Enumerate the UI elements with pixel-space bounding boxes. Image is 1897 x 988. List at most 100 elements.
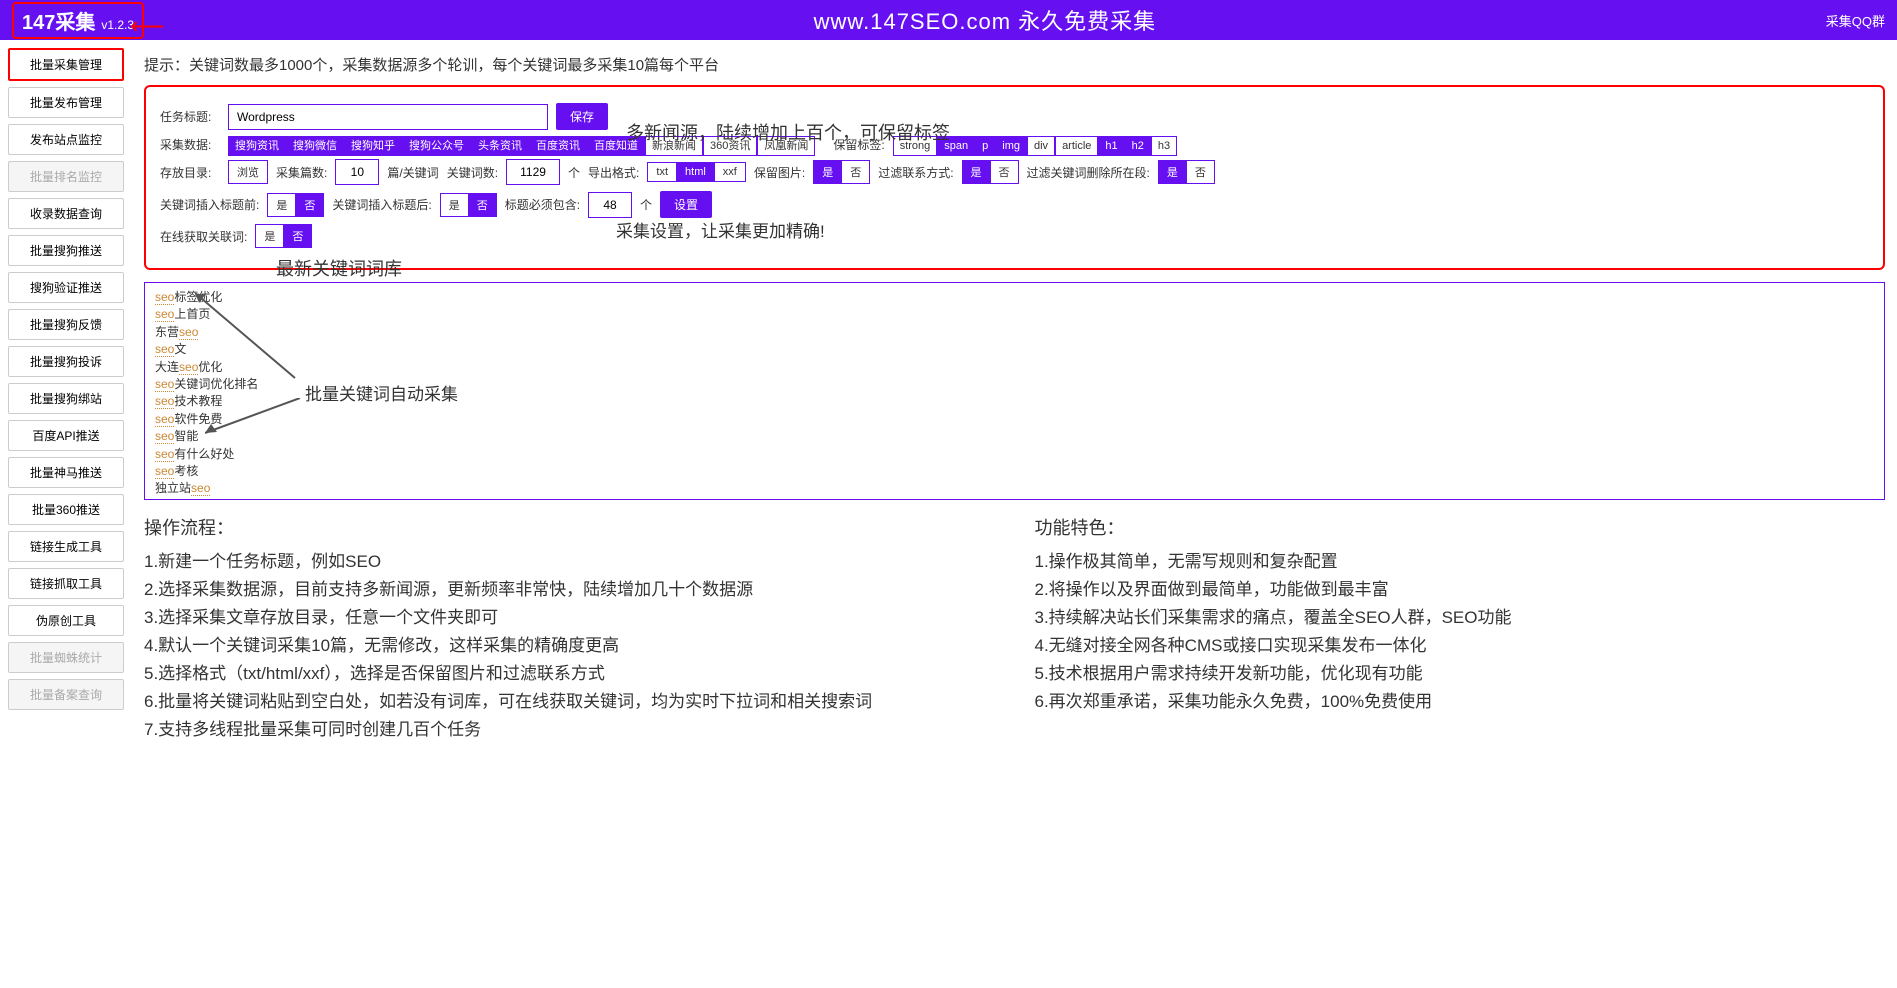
feature-step: 3.持续解决站长们采集需求的痛点，覆盖全SEO人群，SEO功能 xyxy=(1035,604,1886,632)
format-pill[interactable]: html xyxy=(677,162,715,182)
arrow-icon xyxy=(195,293,305,383)
browse-button[interactable]: 浏览 xyxy=(228,160,268,184)
tag-chip[interactable]: h1 xyxy=(1098,136,1124,156)
sidebar-item: 批量排名监控 xyxy=(8,161,124,192)
tag-chip[interactable]: article xyxy=(1055,136,1098,156)
process-step: 5.选择格式（txt/html/xxf），选择是否保留图片和过滤联系方式 xyxy=(144,660,995,688)
sidebar-item[interactable]: 伪原创工具 xyxy=(8,605,124,636)
process-title: 操作流程： xyxy=(144,514,995,544)
annotation-batch-keywords: 批量关键词自动采集 xyxy=(305,383,458,408)
tag-chip[interactable]: div xyxy=(1027,136,1055,156)
keepimg-label: 保留图片: xyxy=(754,164,805,181)
sidebar-item[interactable]: 百度API推送 xyxy=(8,420,124,451)
keyword-line: seo智能 xyxy=(155,428,1874,445)
sidebar-item: 批量蜘蛛统计 xyxy=(8,642,124,673)
process-step: 7.支持多线程批量采集可同时创建几百个任务 xyxy=(144,716,995,744)
kwcount-label: 关键词数: xyxy=(447,164,498,181)
arrow-icon: ⟵ xyxy=(130,12,164,41)
online-kw-label: 在线获取关联词: xyxy=(160,228,247,245)
keyword-textarea[interactable]: 批量关键词自动采集 seo标签优化seo上首页东营seoseo文大连seo优化 s… xyxy=(144,282,1885,500)
annotation-keywords: 最新关键词词库 xyxy=(276,255,402,281)
features-title: 功能特色： xyxy=(1035,514,1886,544)
keyword-line: seo上首页 xyxy=(155,306,1874,323)
keyword-line: 东莞seo优化 xyxy=(155,498,1874,500)
sidebar-item[interactable]: 批量神马推送 xyxy=(8,457,124,488)
annotation-settings: 采集设置，让采集更加精确! xyxy=(616,217,825,242)
keyword-line: seo考核 xyxy=(155,463,1874,480)
process-step: 2.选择采集数据源，目前支持多新闻源，更新频率非常快，陆续增加几十个数据源 xyxy=(144,576,995,604)
filter-contact-toggle[interactable]: 是否 xyxy=(962,160,1019,184)
brand: 147采集 xyxy=(22,6,95,35)
sidebar-item[interactable]: 批量搜狗投诉 xyxy=(8,346,124,377)
insert-after-toggle[interactable]: 是否 xyxy=(440,193,497,217)
keyword-line: 独立站seo xyxy=(155,480,1874,497)
keyword-line: seo有什么好处 xyxy=(155,446,1874,463)
tag-chip[interactable]: h3 xyxy=(1151,136,1177,156)
count-input[interactable] xyxy=(335,159,379,185)
hint-text: 提示：关键词数最多1000个，采集数据源多个轮训，每个关键词最多采集10篇每个平… xyxy=(144,54,1885,75)
task-title-label: 任务标题: xyxy=(160,108,220,125)
online-kw-toggle[interactable]: 是否 xyxy=(255,224,312,248)
process-step: 3.选择采集文章存放目录，任意一个文件夹即可 xyxy=(144,604,995,632)
tag-chip[interactable]: p xyxy=(975,136,995,156)
sidebar-item[interactable]: 批量发布管理 xyxy=(8,87,124,118)
config-panel: 多新闻源，陆续增加上百个，可保留标签 采集设置，让采集更加精确! 最新关键词词库… xyxy=(144,85,1885,270)
feature-step: 4.无缝对接全网各种CMS或接口实现采集发布一体化 xyxy=(1035,632,1886,660)
feature-step: 2.将操作以及界面做到最简单，功能做到最丰富 xyxy=(1035,576,1886,604)
kwcount-input[interactable] xyxy=(506,159,560,185)
keyword-line: seo标签优化 xyxy=(155,289,1874,306)
sidebar-item[interactable]: 链接生成工具 xyxy=(8,531,124,562)
save-button[interactable]: 保存 xyxy=(556,103,608,130)
sidebar-item[interactable]: 搜狗验证推送 xyxy=(8,272,124,303)
filter-contact-label: 过滤联系方式: xyxy=(878,164,953,181)
format-pill[interactable]: txt xyxy=(647,162,677,182)
kwcount-unit: 个 xyxy=(568,164,580,181)
annotation-sources: 多新闻源，陆续增加上百个，可保留标签 xyxy=(626,119,950,145)
topbar: 147采集 v1.2.3 www.147SEO.com 永久免费采集 采集QQ群 xyxy=(0,0,1897,40)
source-chip[interactable]: 搜狗微信 xyxy=(286,136,344,156)
feature-step: 5.技术根据用户需求持续开发新功能，优化现有功能 xyxy=(1035,660,1886,688)
sidebar-item[interactable]: 链接抓取工具 xyxy=(8,568,124,599)
page-title: www.147SEO.com 永久免费采集 xyxy=(144,4,1826,36)
sidebar-item[interactable]: 批量360推送 xyxy=(8,494,124,525)
sidebar-item[interactable]: 批量搜狗反馈 xyxy=(8,309,124,340)
keyword-line: 东营seo xyxy=(155,324,1874,341)
process-step: 6.批量将关键词粘贴到空白处，如若没有词库，可在线获取关键词，均为实时下拉词和相… xyxy=(144,688,995,716)
source-label: 采集数据: xyxy=(160,136,220,153)
keyword-line: seo文 xyxy=(155,341,1874,358)
format-label: 导出格式: xyxy=(588,164,639,181)
dir-label: 存放目录: xyxy=(160,164,220,181)
keepimg-toggle[interactable]: 是否 xyxy=(813,160,870,184)
sidebar-item[interactable]: 批量搜狗推送 xyxy=(8,235,124,266)
feature-step: 1.操作极其简单，无需写规则和复杂配置 xyxy=(1035,548,1886,576)
count-unit: 篇/关键词 xyxy=(387,164,438,181)
sidebar-item[interactable]: 批量采集管理 xyxy=(8,48,124,81)
filter-kw-toggle[interactable]: 是否 xyxy=(1158,160,1215,184)
sidebar-item[interactable]: 发布站点监控 xyxy=(8,124,124,155)
process-step: 1.新建一个任务标题，例如SEO xyxy=(144,548,995,576)
title-contain-unit: 个 xyxy=(640,196,652,213)
format-pill[interactable]: xxf xyxy=(715,162,746,182)
source-chip[interactable]: 百度资讯 xyxy=(529,136,587,156)
filter-kw-label: 过滤关键词删除所在段: xyxy=(1027,164,1150,181)
tag-chip[interactable]: h2 xyxy=(1125,136,1151,156)
sidebar-item: 批量备案查询 xyxy=(8,679,124,710)
title-contain-label: 标题必须包含: xyxy=(505,196,580,213)
sidebar-item[interactable]: 批量搜狗绑站 xyxy=(8,383,124,414)
count-label: 采集篇数: xyxy=(276,164,327,181)
settings-button[interactable]: 设置 xyxy=(660,191,712,218)
source-chip[interactable]: 搜狗资讯 xyxy=(228,136,286,156)
source-chip[interactable]: 头条资讯 xyxy=(471,136,529,156)
source-chip[interactable]: 搜狗公众号 xyxy=(402,136,471,156)
keyword-line: 大连seo优化 xyxy=(155,359,1874,376)
insert-before-toggle[interactable]: 是否 xyxy=(267,193,324,217)
feature-step: 6.再次郑重承诺，采集功能永久免费，100%免费使用 xyxy=(1035,688,1886,716)
title-contain-input[interactable] xyxy=(588,192,632,218)
process-step: 4.默认一个关键词采集10篇，无需修改，这样采集的精确度更高 xyxy=(144,632,995,660)
sidebar-item[interactable]: 收录数据查询 xyxy=(8,198,124,229)
task-title-input[interactable] xyxy=(228,104,548,130)
qq-link[interactable]: 采集QQ群 xyxy=(1826,11,1885,30)
source-chip[interactable]: 搜狗知乎 xyxy=(344,136,402,156)
features-column: 功能特色： 1.操作极其简单，无需写规则和复杂配置2.将操作以及界面做到最简单，… xyxy=(1035,514,1886,744)
tag-chip[interactable]: img xyxy=(995,136,1027,156)
